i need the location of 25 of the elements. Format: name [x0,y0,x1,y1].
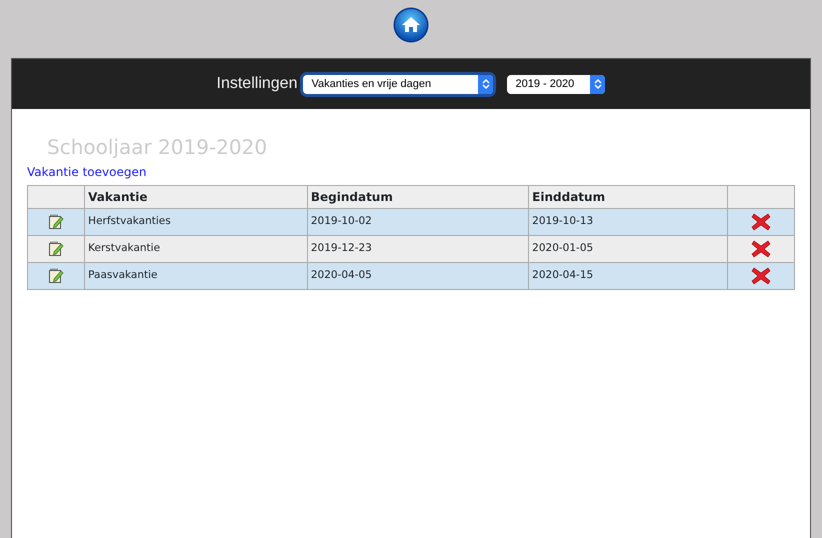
table-cell: 2019-12-23 [307,236,529,262]
table-cell: 2020-04-05 [307,262,529,290]
add-vacation-link[interactable]: Vakantie toevoegen [27,165,146,179]
table-cell: Paasvakantie [84,262,308,290]
table-cell: 2020-04-15 [528,262,728,290]
dropdown[interactable]: Vakanties en vrije dagen [303,74,494,94]
settings-label: Instellingen [216,74,298,94]
table-cell: Kerstvakantie [84,236,308,262]
dropdown[interactable]: 2019 - 2020 [507,74,606,94]
table-cell: 2019-10-13 [528,208,728,236]
column-header: Vakantie [84,186,308,208]
delete-icon[interactable] [750,267,771,285]
delete-icon[interactable] [750,240,771,258]
edit-icon[interactable] [48,268,64,284]
edit-icon[interactable] [48,240,64,257]
chevron-icon [594,78,602,90]
column-header: Begindatum [307,186,529,208]
table-cell: 2020-01-05 [528,236,728,262]
column-header: Einddatum [528,186,728,208]
table-cell: 2019-10-02 [307,208,529,236]
delete-icon[interactable] [750,213,771,231]
chevron-icon [482,78,490,90]
edit-icon[interactable] [48,214,64,230]
table-cell: Herfstvakanties [84,208,308,236]
home-icon[interactable] [393,7,429,43]
